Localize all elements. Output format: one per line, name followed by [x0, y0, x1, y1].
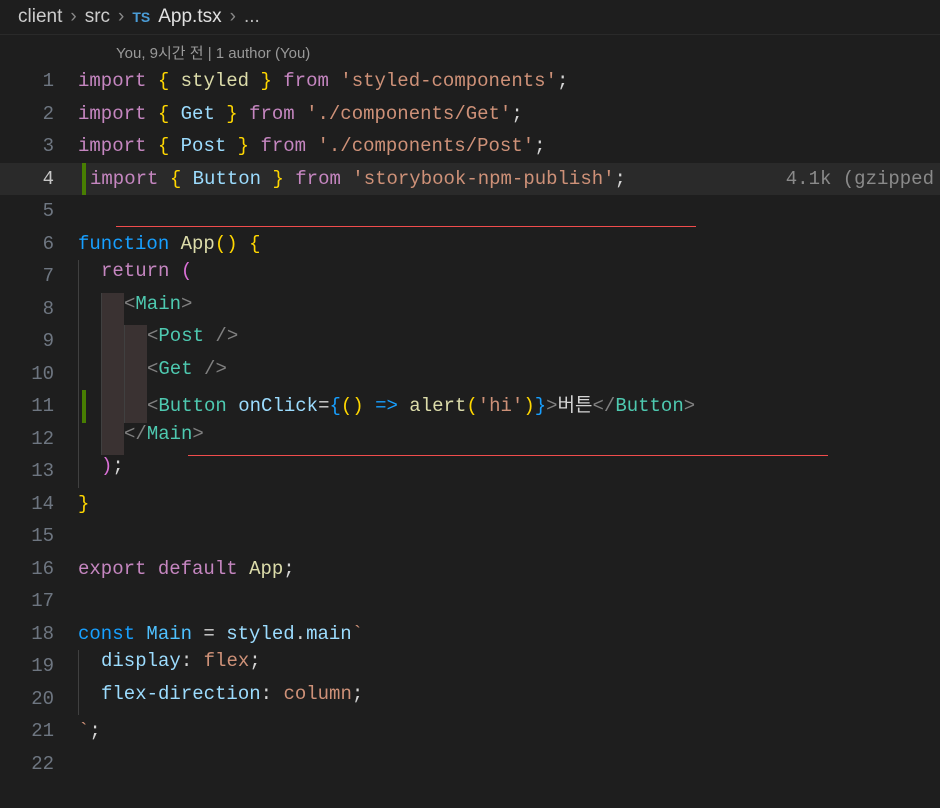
line-number: 10	[0, 363, 78, 385]
code-line[interactable]: 2 import { Get } from './components/Get'…	[0, 98, 940, 131]
code-line[interactable]: 5	[0, 195, 940, 228]
size-inlay: 4.1k (gzipped	[786, 168, 934, 190]
code-line[interactable]: 13 );	[0, 455, 940, 488]
line-number: 5	[0, 200, 78, 222]
code-line[interactable]: 18 const Main = styled.main`	[0, 618, 940, 651]
line-number: 13	[0, 460, 78, 482]
code-line[interactable]: 10 <Get />	[0, 358, 940, 391]
breadcrumb-seg[interactable]: client	[18, 6, 62, 28]
line-number: 3	[0, 135, 78, 157]
breadcrumb[interactable]: client › src › TS App.tsx › ...	[0, 0, 940, 35]
ts-icon: TS	[132, 9, 150, 25]
code-line[interactable]: 12 </Main>	[0, 423, 940, 456]
chevron-right-icon: ›	[118, 6, 124, 28]
line-number: 8	[0, 298, 78, 320]
chevron-right-icon: ›	[230, 6, 236, 28]
code-line[interactable]: 22	[0, 748, 940, 781]
line-number: 14	[0, 493, 78, 515]
line-number: 12	[0, 428, 78, 450]
code-line[interactable]: 8 <Main>	[0, 293, 940, 326]
code-line[interactable]: 21 `;	[0, 715, 940, 748]
code-line[interactable]: 17	[0, 585, 940, 618]
code-line[interactable]: 3 import { Post } from './components/Pos…	[0, 130, 940, 163]
code-line[interactable]: 19 display: flex;	[0, 650, 940, 683]
line-number: 15	[0, 525, 78, 547]
line-number: 2	[0, 103, 78, 125]
code-line-current[interactable]: 4 import { Button } from 'storybook-npm-…	[0, 163, 940, 196]
line-number: 22	[0, 753, 78, 775]
breadcrumb-more[interactable]: ...	[244, 6, 260, 28]
line-number: 16	[0, 558, 78, 580]
line-number: 9	[0, 330, 78, 352]
code-line[interactable]: 9 <Post />	[0, 325, 940, 358]
chevron-right-icon: ›	[70, 6, 76, 28]
code-line[interactable]: 16 export default App;	[0, 553, 940, 586]
line-number: 18	[0, 623, 78, 645]
code-line[interactable]: 6 function App() {	[0, 228, 940, 261]
code-line[interactable]: 20 flex-direction: column;	[0, 683, 940, 716]
code-line[interactable]: 1 import { styled } from 'styled-compone…	[0, 65, 940, 98]
line-number: 17	[0, 590, 78, 612]
code-line[interactable]: 15	[0, 520, 940, 553]
line-number: 21	[0, 720, 78, 742]
codelens[interactable]: You, 9시간 전 | 1 author (You)	[0, 39, 940, 65]
code-line[interactable]: 7 return (	[0, 260, 940, 293]
line-number: 1	[0, 70, 78, 92]
code-line[interactable]: 11 <Button onClick={() => alert('hi')}>버…	[0, 390, 940, 423]
line-number: 4	[0, 168, 78, 190]
code-line[interactable]: 14 }	[0, 488, 940, 521]
line-number: 6	[0, 233, 78, 255]
breadcrumb-file[interactable]: App.tsx	[158, 6, 221, 28]
line-number: 11	[0, 395, 78, 417]
line-number: 20	[0, 688, 78, 710]
breadcrumb-seg[interactable]: src	[85, 6, 110, 28]
line-number: 7	[0, 265, 78, 287]
code-editor[interactable]: You, 9시간 전 | 1 author (You) 1 import { s…	[0, 35, 940, 780]
line-number: 19	[0, 655, 78, 677]
